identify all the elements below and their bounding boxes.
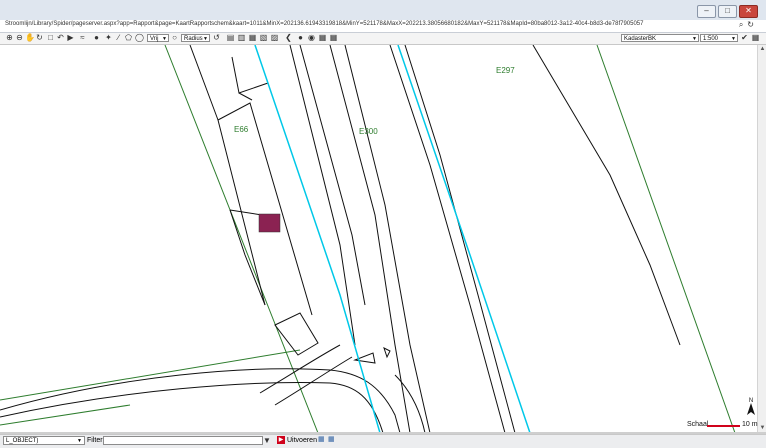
chevron-down-icon: ▼ [731,36,736,42]
chevron-down-icon: ▼ [692,36,697,42]
scroll-up-icon[interactable]: ▲ [759,46,766,53]
scale-bar [707,425,740,427]
export-table-icon[interactable]: ▦ [328,436,336,444]
refresh-map-icon[interactable]: ↻ [35,34,44,42]
scale-dropdown[interactable]: 1:500 ▼ [700,34,738,42]
pan-icon[interactable]: ✋ [25,34,35,42]
apply-scale-icon[interactable]: ✔ [740,34,749,42]
plot-line [274,312,319,356]
pin-icon[interactable]: ✦ [104,34,113,42]
layer-value: KadasterBK [624,36,657,42]
clear-selection-icon[interactable]: ↺ [212,34,221,42]
object-dropdown-value: L_OBJECT) [6,438,39,444]
radius-tool-icon[interactable]: ○ [170,34,179,42]
address-icons: ⌕ ↻ [739,20,754,30]
radius-mode-value: Radius [184,36,203,42]
plot-line [231,56,269,94]
select-mode-dropdown[interactable]: Vrij ▼ [147,34,169,42]
map-toolbar: ⊕ ⊖ ✋ ↻ □ ↶ ▶ ≈ ● ✦ ∕ ⬠ ◯ Vrij ▼ ○ Radiu… [0,33,766,45]
record-icon[interactable]: ● [296,34,305,42]
parcel-label-e66: E66 [234,125,249,134]
globe-icon[interactable]: ◉ [307,34,316,42]
overview-icon[interactable]: ▨ [270,34,279,42]
title-bar: – □ ✕ [0,0,766,20]
parcel-boundary [596,45,736,433]
map-drawing [0,45,736,433]
traffic-island [383,347,391,359]
road-curve [394,374,426,433]
parcel-label-e300: E300 [359,127,378,136]
plot-line [189,45,266,306]
close-button[interactable]: ✕ [739,5,758,18]
select-mode-value: Vrij [150,36,159,42]
draw-polygon-icon[interactable]: ⬠ [124,34,133,42]
lasso-icon[interactable]: ◯ [135,34,144,42]
radius-dropdown[interactable]: Radius ▼ [181,34,210,42]
back-icon[interactable]: ❮ [284,34,293,42]
grid-icon[interactable]: ▦ [318,34,327,42]
identify-icon[interactable]: ● [92,34,101,42]
parcel-boundary [0,349,301,401]
chevron-down-icon: ▼ [203,36,208,42]
legend-icon[interactable]: ▧ [259,34,268,42]
table-icon[interactable]: ▦ [318,436,326,444]
scroll-down-icon[interactable]: ▼ [759,425,766,432]
search-icon[interactable]: ⌕ [739,20,743,30]
filter-label: Filter [87,437,103,444]
measure-icon[interactable]: ≈ [78,34,87,42]
zoom-in-icon[interactable]: ⊕ [5,34,14,42]
road-edge [404,45,516,433]
select-icon[interactable]: ▶ [66,34,75,42]
cyan-boundary-line [397,45,531,433]
parcel-boundary [0,404,131,426]
draw-line-icon[interactable]: ∕ [114,34,123,42]
road-edge [532,45,681,346]
map-scrollbar[interactable]: ▲ ▼ [757,45,766,433]
export-icon[interactable]: ▥ [237,34,246,42]
road-edge [329,45,411,433]
funnel-icon[interactable]: ▼ [263,436,271,445]
plot-line [217,102,313,316]
print-icon[interactable]: ▤ [226,34,235,42]
window-controls: – □ ✕ [697,5,758,18]
run-icon[interactable]: ▶ [277,436,285,444]
map-settings-icon[interactable]: ▦ [751,34,760,42]
url-text[interactable]: Stroomlijn/Library/Spider/pageserver.asp… [5,21,643,27]
road-edge [389,45,506,433]
map-canvas[interactable]: E66 E300 E297 [0,45,757,433]
address-bar[interactable]: Stroomlijn/Library/Spider/pageserver.asp… [0,20,766,33]
object-dropdown[interactable]: L_OBJECT) ▼ [3,436,85,445]
road-curve [274,356,353,406]
road-edge [289,45,356,346]
run-button[interactable]: Uitvoeren [287,436,317,446]
status-bar: L_OBJECT) ▼ Filter ▼ ▶ Uitvoeren ▦ ▦ [0,434,766,448]
zoom-out-icon[interactable]: ⊖ [15,34,24,42]
maximize-button[interactable]: □ [718,5,737,18]
selected-object-marker [258,213,281,233]
scale-value: 1:500 [703,36,719,42]
full-extent-icon[interactable]: □ [46,34,55,42]
layers-icon[interactable]: ▦ [248,34,257,42]
table-icon[interactable]: ▦ [329,34,338,42]
chevron-down-icon: ▼ [162,36,167,42]
parcel-boundary [164,45,319,433]
scale-unit: 10 m [742,421,758,428]
previous-extent-icon[interactable]: ↶ [56,34,65,42]
layer-dropdown[interactable]: KadasterBK ▼ [621,34,699,42]
refresh-icon[interactable]: ↻ [747,20,754,30]
chevron-down-icon: ▼ [77,438,82,444]
north-arrow-icon: N [747,398,755,415]
cyan-boundary-line [254,45,381,433]
plot-line [238,92,253,101]
scale-label: Schaal [687,421,709,428]
road-curve [0,368,401,433]
filter-input[interactable] [103,436,263,445]
parcel-label-e297: E297 [496,66,515,75]
plot-line [229,209,263,216]
minimize-button[interactable]: – [697,5,716,18]
